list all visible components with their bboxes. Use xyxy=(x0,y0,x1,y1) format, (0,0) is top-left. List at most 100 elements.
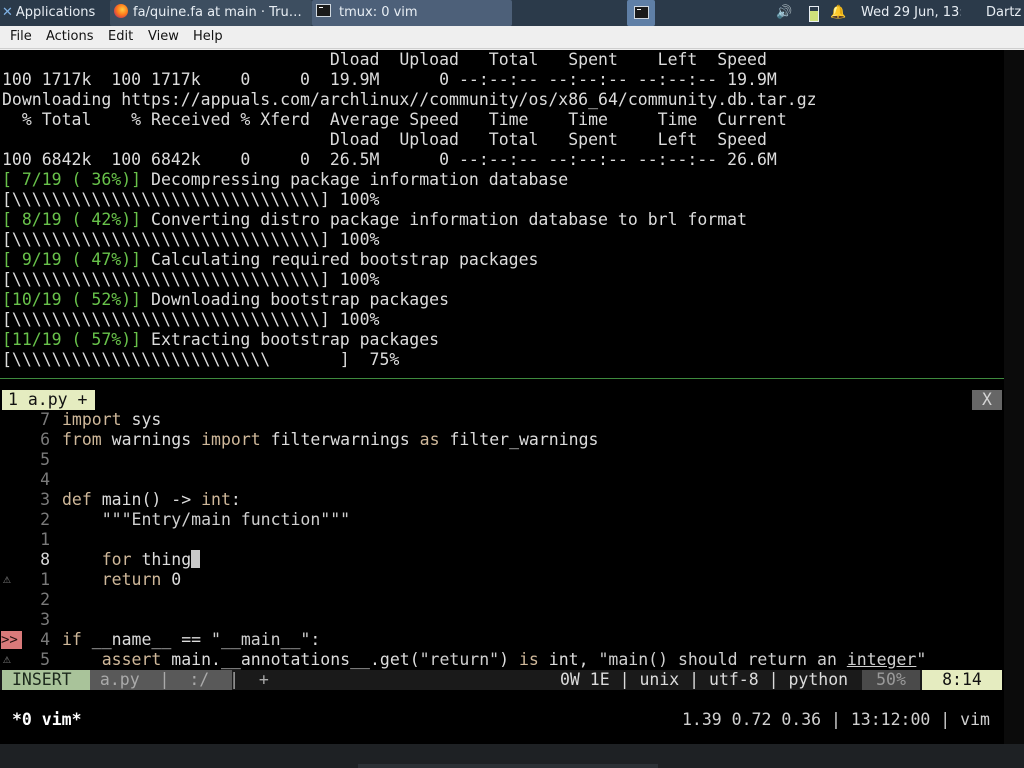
line-number: 4 xyxy=(40,630,50,649)
code-token: int xyxy=(201,490,231,509)
battery-icon[interactable] xyxy=(806,0,820,26)
code-token: "return" xyxy=(419,650,500,669)
terminal-area[interactable]: Dload Upload Total Spent Left Speed 100 1… xyxy=(0,50,1024,744)
code-token: "__main__" xyxy=(211,630,311,649)
code-token: for xyxy=(62,550,132,569)
progress-step-label: [10/19 ( 52%)] xyxy=(2,290,142,309)
volume-icon[interactable]: 🔊 xyxy=(776,0,794,26)
terminal-icon xyxy=(316,4,331,17)
output-line: [\\\\\\\\\\\\\\\\\\\\\\\\\\\\\\\] 100% xyxy=(2,310,380,330)
output-text: [\\\\\\\\\\\\\\\\\\\\\\\\\\\\\\\] 100% xyxy=(2,230,380,249)
output-line: [ 9/19 ( 47%)] Calculating required boot… xyxy=(2,250,538,270)
menu-bar: File Actions Edit View Help xyxy=(0,26,1024,49)
tmux-status-right: 1.39 0.72 0.36 | 13:12:00 | vim xyxy=(682,710,990,729)
code-line[interactable]: for thing xyxy=(62,550,201,570)
vim-statusline: INSERT a.py | :/ | + 0W 1E | unix | utf-… xyxy=(0,670,1002,690)
output-text: Extracting bootstrap packages xyxy=(141,330,440,349)
vim-mode: INSERT xyxy=(2,670,90,690)
bell-icon[interactable]: 🔔 xyxy=(830,0,846,26)
taskbar-item-terminal[interactable]: tmux: 0 vim xyxy=(312,0,512,26)
code-token: main.__annotations__.get( xyxy=(161,650,420,669)
code-line[interactable]: assert main.__annotations__.get("return"… xyxy=(62,650,927,670)
code-token: def xyxy=(62,490,92,509)
code-token: " xyxy=(916,650,927,669)
vim-tabline: 1 a.py + X xyxy=(0,390,1002,410)
progress-step-label: [ 7/19 ( 36%)] xyxy=(2,170,142,189)
output-line: [\\\\\\\\\\\\\\\\\\\\\\\\\\ ] 75% xyxy=(2,350,399,370)
output-text: Decompressing package information databa… xyxy=(141,170,569,189)
progress-step-label: [11/19 ( 57%)] xyxy=(2,330,142,349)
code-line[interactable]: def main() -> int: xyxy=(62,490,241,510)
panel-clock[interactable]: Wed 29 Jun, 13:12 xyxy=(861,0,961,26)
code-line[interactable]: from warnings import filterwarnings as f… xyxy=(62,430,598,450)
output-line: [10/19 ( 52%)] Downloading bootstrap pac… xyxy=(2,290,449,310)
code-token: 0 xyxy=(161,570,182,589)
line-number: 5 xyxy=(40,450,50,469)
code-token: """Entry/main function""" xyxy=(62,510,351,529)
vim-tab-close-button[interactable]: X xyxy=(972,390,1002,410)
code-token: assert xyxy=(62,650,162,669)
code-token: return xyxy=(62,570,162,589)
applications-menu-button[interactable]: ✕ Applications xyxy=(0,0,110,26)
line-number: 1 xyxy=(40,530,50,549)
output-line: 100 6842k 100 6842k 0 0 26.5M 0 --:--:--… xyxy=(2,150,777,170)
vim-tab[interactable]: 1 a.py + xyxy=(2,390,96,410)
line-number: 7 xyxy=(40,410,50,429)
code-token: warnings xyxy=(101,430,202,449)
menu-view[interactable]: View xyxy=(148,26,179,48)
code-line[interactable]: if __name__ == "__main__": xyxy=(62,630,320,650)
code-token: __name__ == xyxy=(81,630,212,649)
output-line: [\\\\\\\\\\\\\\\\\\\\\\\\\\\\\\\] 100% xyxy=(2,270,380,290)
workspace-terminal-button[interactable] xyxy=(627,0,655,26)
code-token: import xyxy=(201,430,261,449)
terminal-icon xyxy=(634,6,649,19)
code-line[interactable]: return 0 xyxy=(62,570,181,590)
code-token: int, xyxy=(538,650,599,669)
terminal-window: File Actions Edit View Help Dload Upload… xyxy=(0,26,1024,744)
desktop-bottom-strip xyxy=(0,744,1024,768)
code-line[interactable]: import sys xyxy=(62,410,161,430)
line-number: 2 xyxy=(40,590,50,609)
output-text: [\\\\\\\\\\\\\\\\\\\\\\\\\\\\\\\] 100% xyxy=(2,270,380,289)
output-text: [\\\\\\\\\\\\\\\\\\\\\\\\\\\\\\\] 100% xyxy=(2,190,380,209)
code-token: import xyxy=(62,410,122,429)
output-line: Dload Upload Total Spent Left Speed xyxy=(2,130,767,150)
code-token: main() -> xyxy=(91,490,202,509)
code-token: "main() should return an xyxy=(598,650,847,669)
firefox-icon xyxy=(114,4,128,18)
menu-actions[interactable]: Actions xyxy=(46,26,94,48)
tmux-window-list[interactable]: *0 vim* xyxy=(12,710,82,730)
output-text: Dload Upload Total Spent Left Speed xyxy=(2,130,767,149)
menu-file[interactable]: File xyxy=(10,26,32,48)
menu-help[interactable]: Help xyxy=(193,26,223,48)
code-token: is xyxy=(518,650,539,669)
vim-cursor-position: 8:14 xyxy=(922,670,1002,690)
output-line: [ 7/19 ( 36%)] Decompressing package inf… xyxy=(2,170,568,190)
output-line: [ 8/19 ( 42%)] Converting distro package… xyxy=(2,210,747,230)
code-line[interactable]: """Entry/main function""" xyxy=(62,510,350,530)
line-number: 5 xyxy=(40,650,50,669)
output-line: % Total % Received % Xferd Average Speed… xyxy=(2,110,787,130)
menu-edit[interactable]: Edit xyxy=(108,26,133,48)
output-text: Downloading https://appuals.com/archlinu… xyxy=(2,90,817,109)
terminal-scrollbar[interactable] xyxy=(1004,50,1024,744)
line-number: 8 xyxy=(40,550,50,569)
user-menu[interactable]: Dartz xyxy=(986,0,1024,26)
code-token: sys xyxy=(121,410,162,429)
output-text: % Total % Received % Xferd Average Speed… xyxy=(2,110,787,129)
line-number: 1 xyxy=(40,570,50,589)
line-number: 4 xyxy=(40,470,50,489)
tmux-pane-divider[interactable] xyxy=(0,378,1004,379)
taskbar-item-browser[interactable]: fa/quine.fa at main · Tru… xyxy=(110,0,312,26)
code-token: ) xyxy=(499,650,519,669)
code-token: : xyxy=(230,490,241,509)
output-text: Converting distro package information da… xyxy=(141,210,748,229)
vim-scroll-percent: 50% xyxy=(862,670,920,690)
text-cursor xyxy=(191,550,201,568)
vim-file-segment: a.py | :/ | + xyxy=(90,670,279,690)
code-token: filter_warnings xyxy=(439,430,599,449)
output-text: 100 1717k 100 1717k 0 0 19.9M 0 --:--:--… xyxy=(2,70,777,89)
code-token: from xyxy=(62,430,102,449)
output-line: [\\\\\\\\\\\\\\\\\\\\\\\\\\\\\\\] 100% xyxy=(2,190,380,210)
line-number: 2 xyxy=(40,510,50,529)
